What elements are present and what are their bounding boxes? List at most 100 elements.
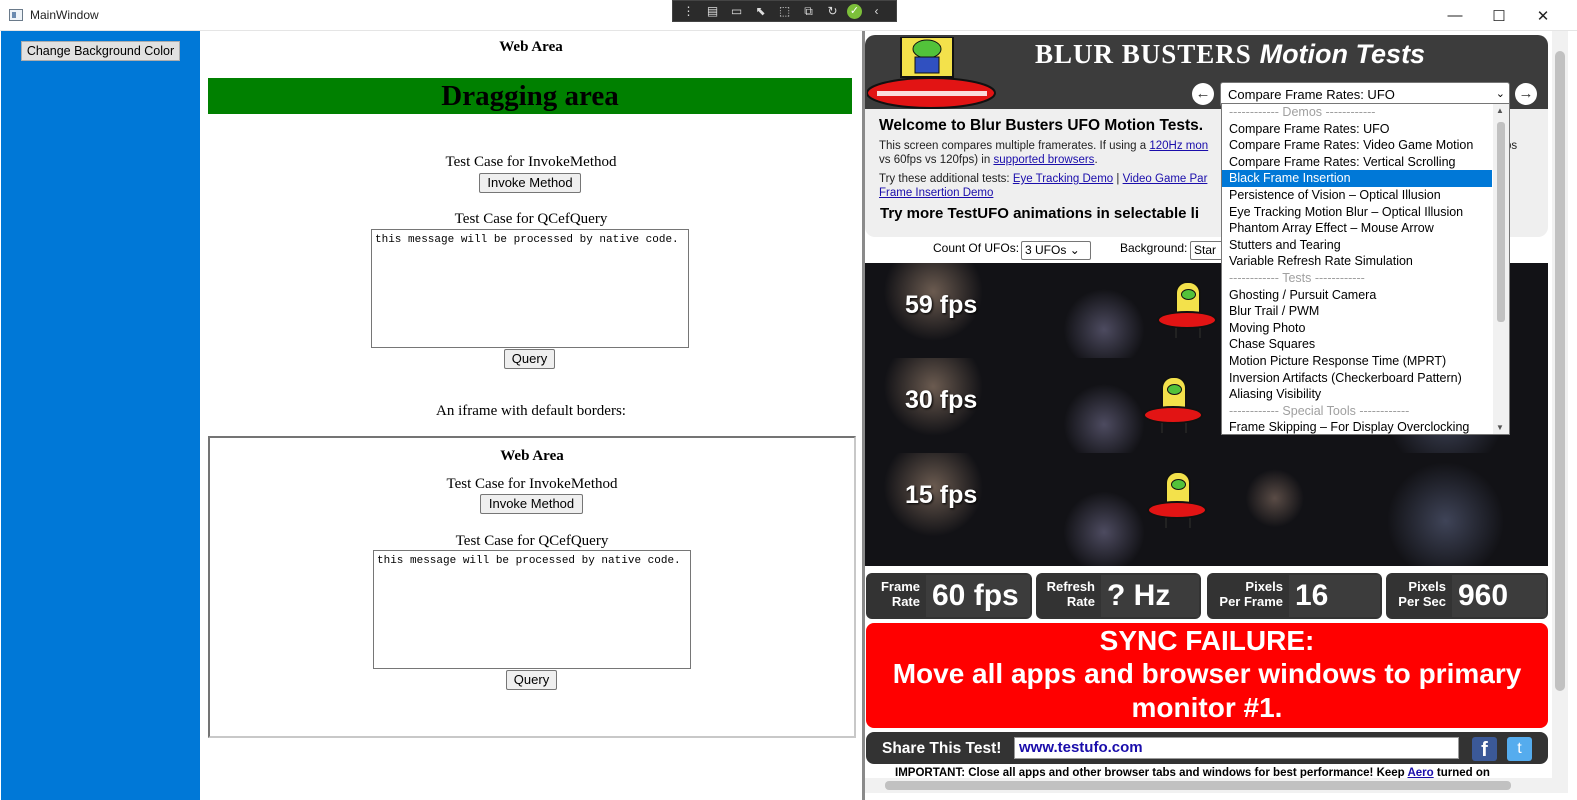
dragging-area[interactable]: Dragging area [208, 78, 852, 114]
web-area-heading: Web Area [499, 39, 563, 55]
iframe-query-button[interactable]: Query [506, 670, 557, 690]
dropdown-option[interactable]: Inversion Artifacts (Checkerboard Patter… [1222, 370, 1509, 387]
hot-reload-icon[interactable]: ↻ [823, 3, 842, 19]
live-tree-icon[interactable]: ▤ [703, 3, 722, 19]
grip-icon: ⋮ [682, 4, 695, 18]
scroll-down-icon[interactable]: ▼ [1496, 423, 1504, 432]
dropdown-options: ------------ Demos ------------ Compare F… [1222, 104, 1509, 434]
iframe-invoke-method-button[interactable]: Invoke Method [480, 494, 583, 514]
try-more-text: Try more TestUFO animations in selectabl… [880, 205, 1199, 222]
share-label: Share This Test! [882, 740, 1002, 757]
close-button[interactable]: ✕ [1521, 0, 1565, 31]
desc-link-browsers[interactable]: supported browsers [993, 154, 1094, 166]
dropdown-option[interactable]: Eye Tracking Motion Blur – Optical Illus… [1222, 204, 1509, 221]
ufo-logo [867, 37, 996, 109]
try-link-video-game[interactable]: Video Game Par [1123, 173, 1208, 185]
track-focus-icon[interactable]: ⧉ [799, 3, 818, 19]
test-select-value: Compare Frame Rates: UFO [1228, 87, 1395, 102]
welcome-title: Welcome to Blur Busters UFO Motion Tests… [879, 117, 1204, 134]
sync-failure-message: Move all apps and browser windows to pri… [892, 658, 1522, 723]
test-select-dropdown[interactable]: ------------ Demos ------------ Compare F… [1221, 103, 1510, 435]
ufo-icon [1147, 471, 1207, 529]
desc-text-2: vs 60fps vs 120fps) in [879, 154, 991, 166]
stat-refresh-rate: Refresh Rate ? Hz [1036, 573, 1201, 619]
query-textarea[interactable]: this message will be processed by native… [371, 229, 689, 348]
stat-refresh-rate-label: Refresh Rate [1040, 579, 1095, 609]
try-separator: | [1116, 173, 1120, 185]
try-link-eye-tracking[interactable]: Eye Tracking Demo [1013, 173, 1113, 185]
record-icon[interactable]: ▭ [727, 3, 746, 19]
stat-refresh-rate-value: ? Hz [1101, 575, 1199, 617]
testufo-header: BLUR BUSTERS Motion Tests ← Compare Fram… [865, 35, 1548, 109]
iframe-query-textarea[interactable]: this message will be processed by native… [373, 550, 691, 669]
desc-line-1: This screen compares multiple framerates… [879, 139, 1208, 153]
title-main: BLUR BUSTERS [1035, 39, 1252, 69]
stat-ppf-label-2: Per Frame [1219, 594, 1283, 609]
stat-pps-label-1: Pixels [1408, 579, 1446, 594]
count-select[interactable]: 3 UFOs ⌄ [1021, 241, 1091, 260]
dropdown-scroll-thumb[interactable] [1497, 122, 1505, 322]
ufo-icon [1143, 376, 1203, 434]
dropdown-option[interactable]: Persistence of Vision – Optical Illusion [1222, 187, 1509, 204]
dropdown-option[interactable]: Stutters and Tearing [1222, 237, 1509, 254]
stat-frame-rate-label-2: Rate [891, 594, 920, 609]
try-link-frame-insertion[interactable]: Frame Insertion Demo [879, 187, 993, 199]
app-icon [9, 9, 23, 21]
checkmark-icon[interactable]: ✓ [847, 3, 862, 19]
twitter-icon[interactable]: t [1507, 737, 1532, 761]
desc-period: . [1094, 154, 1098, 166]
left-panel [1, 31, 200, 800]
desc-text-1: This screen compares multiple framerates… [879, 140, 1147, 152]
try-line-2: Frame Insertion Demo [879, 186, 993, 200]
dropdown-option[interactable]: Variable Refresh Rate Simulation [1222, 253, 1509, 270]
dropdown-scrollbar[interactable]: ▲ ▼ [1493, 104, 1509, 434]
select-element-icon[interactable]: ⬉ [751, 3, 770, 19]
dropdown-option[interactable]: Motion Picture Response Time (MPRT) [1222, 353, 1509, 370]
prev-arrow-icon[interactable]: ← [1192, 83, 1214, 105]
horizontal-scroll-thumb[interactable] [885, 781, 1511, 790]
aero-link[interactable]: Aero [1407, 767, 1433, 778]
invoke-label: Test Case for InvokeMethod [445, 154, 617, 170]
count-label: Count Of UFOs: [933, 241, 1020, 255]
dropdown-option[interactable]: Compare Frame Rates: Vertical Scrolling [1222, 154, 1509, 171]
minimize-button[interactable]: — [1433, 0, 1477, 31]
dropdown-option[interactable]: Black Frame Insertion [1222, 170, 1492, 187]
dropdown-option[interactable]: Phantom Array Effect – Mouse Arrow [1222, 220, 1509, 237]
dropdown-option[interactable]: Frame Skipping – For Display Overclockin… [1222, 419, 1509, 434]
invoke-method-button[interactable]: Invoke Method [479, 173, 581, 193]
dropdown-option[interactable]: Aliasing Visibility [1222, 386, 1509, 403]
desc-link-120hz[interactable]: 120Hz mon [1149, 140, 1208, 152]
dropdown-option[interactable]: Chase Squares [1222, 336, 1509, 353]
change-background-color-button[interactable]: Change Background Color [21, 41, 180, 61]
important-tail: turned on [1436, 767, 1490, 778]
collapse-arrow-icon[interactable]: ‹ [867, 3, 886, 19]
dropdown-option[interactable]: Compare Frame Rates: UFO [1222, 121, 1509, 138]
blur-busters-title: BLUR BUSTERS Motion Tests [1035, 39, 1425, 70]
fps-label-1: 59 fps [905, 291, 978, 319]
dropdown-option[interactable]: Ghosting / Pursuit Camera [1222, 287, 1509, 304]
query-button[interactable]: Query [504, 349, 555, 369]
horizontal-scrollbar[interactable] [865, 778, 1568, 793]
dropdown-option[interactable]: Compare Frame Rates: Video Game Motion [1222, 137, 1509, 154]
try-prefix: Try these additional tests: [879, 173, 1010, 185]
dropdown-option[interactable]: Blur Trail / PWM [1222, 303, 1509, 320]
background-label: Background: [1120, 241, 1188, 255]
maximize-button[interactable]: ☐ [1477, 0, 1521, 31]
scroll-up-icon[interactable]: ▲ [1496, 106, 1504, 115]
vertical-scroll-thumb[interactable] [1555, 51, 1565, 691]
dropdown-option[interactable]: Moving Photo [1222, 320, 1509, 337]
facebook-icon[interactable]: f [1472, 737, 1497, 761]
iframe-label: An iframe with default borders: [436, 403, 626, 419]
stat-frame-rate-value: 60 fps [926, 575, 1030, 617]
important-text: IMPORTANT: Close all apps and other brow… [895, 767, 1405, 778]
iframe-web-area-heading: Web Area [500, 448, 564, 464]
vertical-scrollbar[interactable] [1552, 31, 1568, 778]
query-label: Test Case for QCefQuery [454, 211, 608, 227]
fps-label-3: 15 fps [905, 481, 978, 509]
display-layout-adorners-icon[interactable]: ⬚ [775, 3, 794, 19]
fps-label-2: 30 fps [905, 386, 978, 414]
next-arrow-icon[interactable]: → [1515, 83, 1537, 105]
try-line: Try these additional tests: Eye Tracking… [879, 172, 1207, 186]
share-url-field[interactable]: www.testufo.com [1014, 737, 1459, 759]
dropdown-group-label: ------------ Special Tools ------------ [1229, 403, 1410, 418]
